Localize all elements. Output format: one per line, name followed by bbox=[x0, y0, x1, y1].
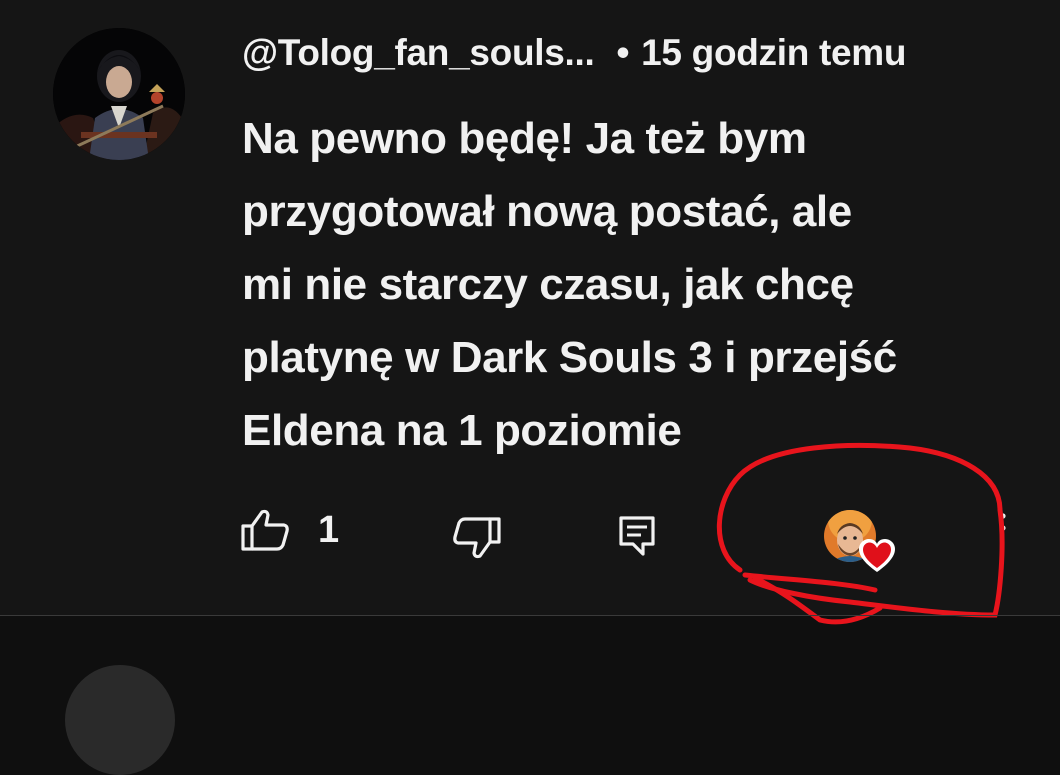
separator-dot: • bbox=[616, 32, 630, 73]
thumbs-up-icon bbox=[241, 509, 289, 551]
heart-icon bbox=[857, 536, 897, 576]
comment-divider bbox=[0, 615, 1060, 616]
like-count: 1 bbox=[318, 508, 340, 551]
reply-button[interactable] bbox=[617, 514, 657, 558]
comment-timestamp[interactable]: 15 godzin temu bbox=[641, 32, 906, 73]
author-avatar[interactable] bbox=[53, 28, 185, 160]
comment-text: Na pewno będę! Ja też bym przygotował no… bbox=[242, 114, 897, 455]
reply-icon bbox=[619, 516, 655, 556]
next-comment-avatar[interactable] bbox=[65, 665, 175, 775]
avatar-image-icon bbox=[53, 28, 185, 160]
author-name[interactable]: @Tolog_fan_souls... bbox=[242, 32, 595, 73]
comment-header: @Tolog_fan_souls... • 15 godzin temu bbox=[242, 32, 907, 74]
comment-card: @Tolog_fan_souls... • 15 godzin temu Na pe… bbox=[0, 0, 1060, 615]
more-options-icon[interactable] bbox=[1000, 508, 1006, 548]
creator-heart bbox=[824, 510, 900, 576]
dislike-button[interactable] bbox=[452, 516, 502, 560]
thumbs-down-icon bbox=[453, 517, 501, 559]
like-button[interactable]: 1 bbox=[240, 508, 339, 552]
